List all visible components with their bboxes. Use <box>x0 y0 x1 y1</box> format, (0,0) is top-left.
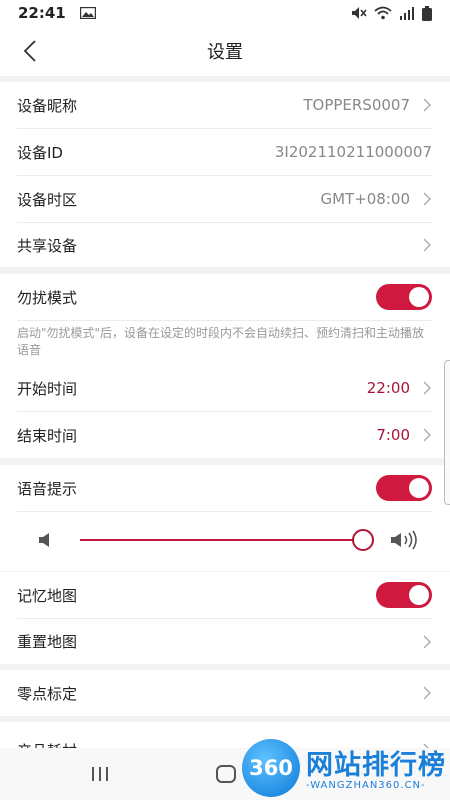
chevron-right-icon <box>423 428 431 442</box>
nickname-row[interactable]: 设备昵称 TOPPERS0007 <box>0 82 450 128</box>
battery-icon <box>422 5 432 21</box>
device-id-value: 3I202110211000007 <box>274 143 432 161</box>
watermark-subtitle: -WANGZHAN360.CN- <box>306 780 426 791</box>
header: 设置 <box>0 26 450 76</box>
volume-high-icon <box>391 530 417 550</box>
home-icon[interactable] <box>215 764 237 784</box>
dnd-row: 勿扰模式 <box>0 274 450 320</box>
calibration-label: 零点标定 <box>17 684 78 703</box>
calibration-row[interactable]: 零点标定 <box>0 670 450 716</box>
memory-map-toggle[interactable] <box>376 582 432 608</box>
end-time-label: 结束时间 <box>17 426 78 445</box>
volume-slider-thumb[interactable] <box>352 529 374 551</box>
chevron-right-icon <box>423 192 431 206</box>
start-time-row[interactable]: 开始时间 22:00 <box>0 365 450 411</box>
nickname-label: 设备昵称 <box>17 96 78 115</box>
dnd-label: 勿扰模式 <box>17 288 78 307</box>
consumables-label: 产品耗材 <box>17 740 77 749</box>
dnd-toggle[interactable] <box>376 284 432 310</box>
signal-icon <box>400 6 414 20</box>
volume-slider-track[interactable] <box>80 539 363 541</box>
scroll-indicator[interactable] <box>444 360 450 505</box>
reset-map-label: 重置地图 <box>17 633 78 651</box>
chevron-right-icon <box>423 381 431 395</box>
status-time: 22:41 <box>18 4 66 22</box>
share-device-label: 共享设备 <box>17 236 78 255</box>
share-device-row[interactable]: 共享设备 <box>0 223 450 267</box>
timezone-row[interactable]: 设备时区 GMT+08:00 <box>0 176 450 222</box>
recent-apps-icon[interactable] <box>90 766 110 782</box>
device-id-row: 设备ID 3I202110211000007 <box>0 129 450 175</box>
toggle-knob <box>409 478 429 498</box>
wifi-icon <box>374 6 392 20</box>
voice-row: 语音提示 <box>0 465 450 511</box>
timezone-value: GMT+08:00 <box>320 190 410 208</box>
nickname-value: TOPPERS0007 <box>303 96 410 114</box>
page-title: 设置 <box>207 42 243 63</box>
mute-icon <box>352 7 367 19</box>
divider <box>17 320 433 321</box>
volume-low-icon <box>39 533 49 547</box>
voice-label: 语音提示 <box>17 479 78 498</box>
watermark-title: 网站排行榜 <box>306 750 446 781</box>
end-time-value: 7:00 <box>376 426 410 444</box>
site-watermark: 360 网站排行榜 -WANGZHAN360.CN- <box>238 735 450 800</box>
chevron-right-icon <box>423 238 431 252</box>
reset-map-row[interactable]: 重置地图 <box>0 619 450 664</box>
back-arrow-icon[interactable] <box>20 39 44 63</box>
start-time-label: 开始时间 <box>17 379 78 398</box>
chevron-right-icon <box>423 98 431 112</box>
dnd-description: 启动"勿扰模式"后，设备在设定的时段内不会自动续扫、预约清扫和主动播放语音 <box>17 326 425 357</box>
toggle-knob <box>409 287 429 307</box>
chevron-right-icon <box>423 635 431 648</box>
divider <box>17 511 433 512</box>
memory-map-row: 记忆地图 <box>0 572 450 618</box>
status-bar: 22:41 <box>0 0 450 26</box>
watermark-logo: 360 <box>242 739 300 797</box>
chevron-right-icon <box>423 686 431 700</box>
end-time-row[interactable]: 结束时间 7:00 <box>0 412 450 458</box>
start-time-value: 22:00 <box>366 379 410 397</box>
memory-map-label: 记忆地图 <box>17 586 78 605</box>
voice-toggle[interactable] <box>376 475 432 501</box>
timezone-label: 设备时区 <box>17 190 78 209</box>
gallery-notification-icon <box>79 7 96 19</box>
toggle-knob <box>409 585 429 605</box>
device-id-label: 设备ID <box>17 143 63 162</box>
